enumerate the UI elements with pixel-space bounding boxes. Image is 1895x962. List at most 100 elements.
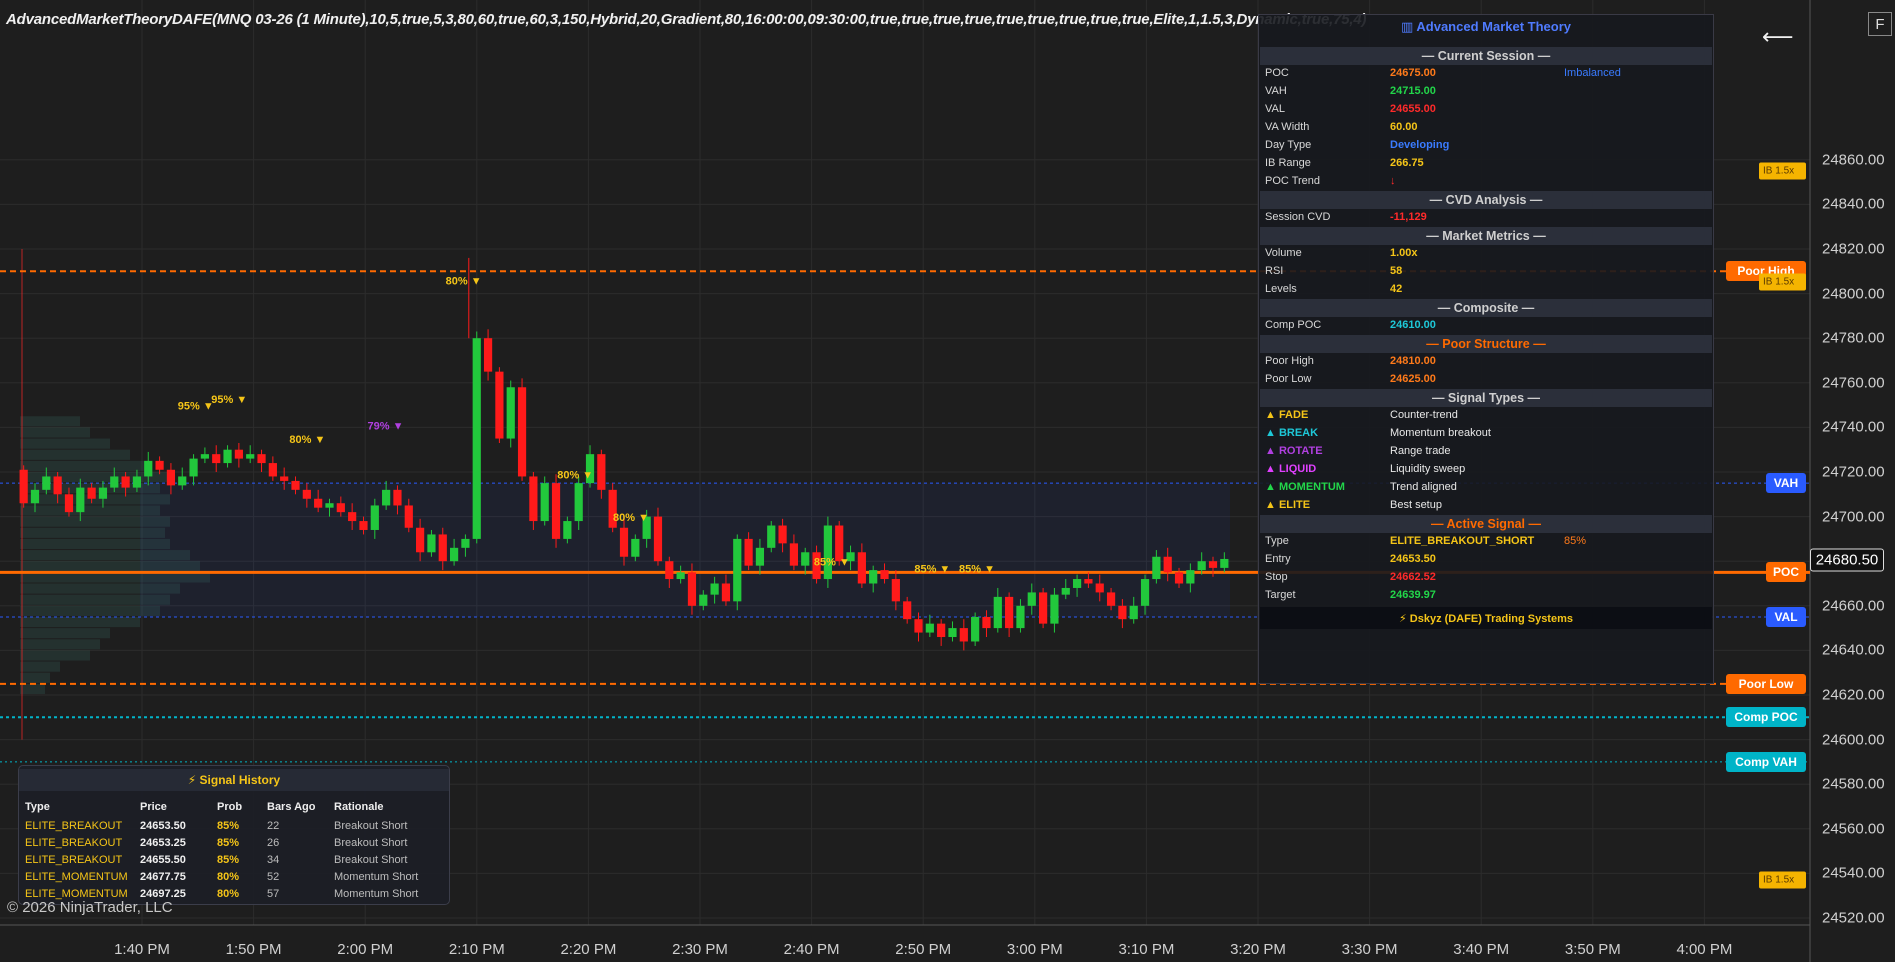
- candle-body: [699, 594, 708, 606]
- panel-row-label: Entry: [1265, 553, 1291, 565]
- panel-row: Levels 42: [1260, 281, 1712, 299]
- time-label: 3:40 PM: [1453, 941, 1510, 958]
- panel-row: VAH 24715.00: [1260, 83, 1712, 101]
- panel-row: Entry 24653.50: [1260, 551, 1712, 569]
- panel-title: ▥ Advanced Market Theory: [1400, 19, 1571, 34]
- signal-marker: 95% ▼: [178, 401, 214, 413]
- candle-body: [971, 616, 980, 642]
- candle-body: [733, 538, 742, 602]
- candle-body: [551, 483, 561, 539]
- candle-body: [1140, 579, 1150, 606]
- history-row: ELITE_BREAKOUT 24655.50 85% 34 Breakout Shor…: [19, 853, 449, 870]
- candle-body: [1072, 579, 1082, 588]
- time-label: 3:10 PM: [1118, 941, 1175, 958]
- panel-row-value: 24610.00: [1390, 319, 1436, 331]
- candle-body: [937, 623, 946, 638]
- candle-body: [212, 454, 221, 464]
- ib-label: IB 1.5x: [1759, 162, 1806, 180]
- history-cell: 85%: [217, 854, 240, 866]
- candle-body: [200, 454, 209, 459]
- candle-body: [869, 570, 878, 584]
- panel-row-value: 24810.00: [1390, 355, 1436, 367]
- panel-section-header: — CVD Analysis —: [1260, 191, 1712, 209]
- panel-row-label: ▲ FADE: [1265, 409, 1309, 421]
- candle-body: [1163, 556, 1172, 573]
- price-label: 24760.00: [1822, 374, 1885, 392]
- panel-row-value: 24655.00: [1390, 103, 1436, 115]
- volume-profile-bar: [20, 550, 190, 561]
- candle-body: [370, 505, 379, 530]
- panel-row: Session CVD -11,129: [1260, 209, 1712, 227]
- candle-body: [427, 534, 436, 553]
- panel-row: Day Type Developing: [1260, 137, 1712, 155]
- panel-row-value: Momentum breakout: [1390, 427, 1491, 439]
- panel-row-value: 266.75: [1390, 157, 1424, 169]
- signal-marker: 80% ▼: [613, 512, 649, 524]
- candle-body: [1186, 570, 1195, 584]
- signal-marker: 95% ▼: [211, 394, 247, 406]
- candle-body: [53, 476, 62, 495]
- candle-body: [925, 623, 934, 633]
- level-label: POC: [1766, 562, 1806, 583]
- candle-body: [1106, 592, 1116, 606]
- history-column-header: Price: [140, 801, 167, 813]
- price-label: 24620.00: [1822, 686, 1885, 704]
- panel-row: ▲ LIQUID Liquidity sweep: [1260, 461, 1712, 479]
- volume-profile-bar: [20, 538, 170, 550]
- volume-profile-bar: [20, 672, 50, 683]
- candle-body: [110, 476, 119, 488]
- candle-body: [1118, 605, 1127, 620]
- candle-body: [336, 503, 345, 513]
- panel-row-label: VAL: [1265, 103, 1285, 115]
- panel-row-value: Best setup: [1390, 499, 1442, 511]
- candle-body: [1095, 583, 1104, 593]
- panel-row-label: Comp POC: [1265, 319, 1322, 331]
- back-arrow-icon[interactable]: ⟵: [1762, 24, 1794, 50]
- candle-body: [1208, 561, 1218, 568]
- history-cell: ELITE_BREAKOUT: [25, 854, 123, 866]
- panel-section-header: — Poor Structure —: [1260, 335, 1712, 353]
- candle-body: [914, 619, 923, 633]
- corner-button[interactable]: F: [1868, 12, 1892, 36]
- candle-body: [472, 338, 481, 539]
- panel-section-header: — Active Signal —: [1260, 515, 1712, 533]
- volume-profile-bar: [20, 516, 170, 527]
- panel-row-label: ▲ LIQUID: [1265, 463, 1317, 475]
- candle-body: [948, 628, 957, 638]
- time-label: 3:30 PM: [1341, 941, 1398, 958]
- value-area-box: [140, 483, 1230, 617]
- candle-body: [755, 547, 765, 566]
- candle-body: [382, 489, 391, 506]
- level-label: Comp VAH: [1726, 751, 1806, 772]
- history-cell: 85%: [217, 837, 240, 849]
- panel-section-header: — Current Session —: [1260, 47, 1712, 65]
- signal-marker: 85% ▼: [959, 563, 995, 575]
- history-cell: Breakout Short: [334, 820, 408, 832]
- candle-body: [1016, 605, 1025, 629]
- candle-body: [30, 489, 40, 504]
- candle-body: [189, 458, 198, 477]
- panel-row: ▲ ROTATE Range trade: [1260, 443, 1712, 461]
- panel-row-value: 60.00: [1390, 121, 1418, 133]
- level-label: Comp POC: [1726, 707, 1806, 728]
- candle-body: [302, 489, 311, 499]
- candle-body: [1129, 605, 1138, 620]
- candle-body: [857, 552, 866, 584]
- candle-body: [1027, 592, 1036, 606]
- panel-row-label: Volume: [1265, 247, 1302, 259]
- panel-row: IB Range 266.75: [1260, 155, 1712, 173]
- panel-row: VAL 24655.00: [1260, 101, 1712, 119]
- candle-body: [291, 480, 300, 490]
- time-label: 4:00 PM: [1676, 941, 1733, 958]
- candle-body: [903, 601, 912, 620]
- history-row: ELITE_BREAKOUT 24653.25 85% 26 Breakout Shor…: [19, 836, 449, 853]
- candle-body: [98, 487, 108, 499]
- panel-row: Comp POC 24610.00: [1260, 317, 1712, 335]
- market-theory-panel: ▥ Advanced Market Theory — Current Sessi…: [1258, 14, 1714, 684]
- candle-body: [687, 572, 697, 606]
- candle-body: [144, 460, 153, 477]
- panel-row: RSI 58: [1260, 263, 1712, 281]
- panel-section-header: — Signal Types —: [1260, 389, 1712, 407]
- panel-row-value: Liquidity sweep: [1390, 463, 1466, 475]
- history-cell: 57: [267, 888, 280, 900]
